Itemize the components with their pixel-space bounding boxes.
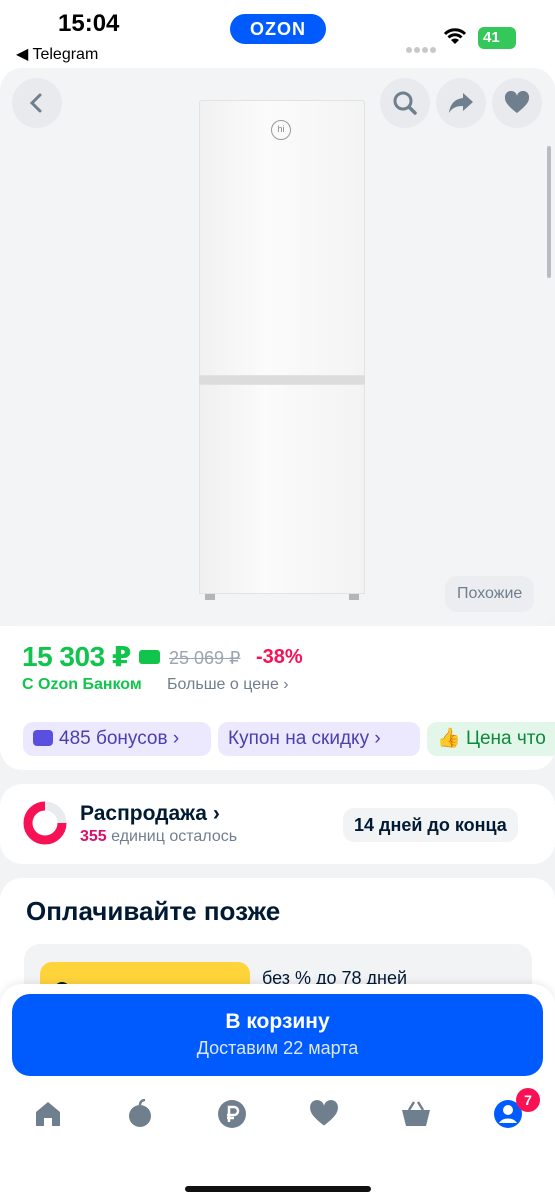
more-about-price-link[interactable]: Больше о цене › bbox=[167, 676, 289, 694]
days-left-badge: 14 дней до конца bbox=[343, 808, 518, 842]
bonus-chip[interactable]: 485 бонусов › bbox=[23, 722, 211, 756]
battery-icon: 41 bbox=[478, 27, 516, 49]
share-button[interactable] bbox=[436, 78, 486, 128]
tab-cart[interactable] bbox=[396, 1094, 436, 1134]
tab-favorites[interactable] bbox=[304, 1094, 344, 1134]
search-button[interactable] bbox=[380, 78, 430, 128]
product-photo-fridge: hi bbox=[199, 100, 365, 600]
sale-title[interactable]: Распродажа › bbox=[80, 802, 220, 826]
tab-fresh[interactable] bbox=[120, 1094, 160, 1134]
scrollbar[interactable] bbox=[547, 146, 551, 278]
fridge-foot bbox=[349, 594, 359, 600]
card-icon bbox=[139, 650, 160, 664]
remaining-text: единиц осталось bbox=[106, 828, 238, 845]
search-icon bbox=[393, 91, 417, 115]
delivery-date: Доставим 22 марта bbox=[196, 1038, 359, 1058]
home-icon bbox=[36, 1102, 60, 1126]
price-section: 15 303 ₽ 25 069 ₽ -38% С Ozon Банком Бол… bbox=[0, 626, 555, 710]
ozon-logo: OZON bbox=[230, 14, 326, 44]
good-price-chip[interactable]: 👍 Цена что bbox=[427, 722, 555, 756]
wifi-icon bbox=[442, 26, 468, 51]
discount-badge: -38% bbox=[256, 646, 303, 668]
bonus-chip-label: 485 бонусов › bbox=[59, 728, 180, 749]
tab-finance[interactable] bbox=[212, 1094, 252, 1134]
heart-icon bbox=[310, 1100, 338, 1126]
similar-button[interactable]: Похожие bbox=[445, 576, 535, 612]
add-to-cart-label: В корзину bbox=[225, 1010, 330, 1033]
back-button[interactable] bbox=[12, 78, 62, 128]
favorite-button[interactable] bbox=[492, 78, 542, 128]
bottom-bar: В корзину Доставим 22 марта bbox=[0, 984, 555, 1200]
pay-later-title: Оплачивайте позже bbox=[26, 896, 281, 926]
sale-remaining: 355 единиц осталось bbox=[80, 828, 237, 846]
battery-level: 41 bbox=[483, 29, 500, 46]
back-to-app-link[interactable]: ◀ Telegram bbox=[16, 44, 98, 64]
heart-icon bbox=[504, 91, 530, 113]
sale-progress-ring-icon bbox=[23, 801, 67, 845]
remaining-count: 355 bbox=[80, 828, 107, 845]
old-price: 25 069 ₽ bbox=[169, 648, 241, 668]
sale-card[interactable]: Распродажа › 355 единиц осталось 14 дней… bbox=[0, 784, 555, 864]
home-indicator[interactable] bbox=[185, 1186, 371, 1192]
share-icon bbox=[449, 93, 473, 113]
bonus-icon bbox=[33, 730, 53, 746]
coupon-chip[interactable]: Купон на скидку › bbox=[218, 722, 420, 756]
fridge-foot bbox=[205, 594, 215, 600]
product-image-area[interactable]: hi Похожие bbox=[0, 68, 555, 626]
chevron-left-icon bbox=[29, 93, 42, 113]
add-to-cart-button[interactable]: В корзину Доставим 22 марта bbox=[12, 994, 543, 1076]
basket-icon bbox=[402, 1101, 430, 1126]
ruble-icon bbox=[218, 1100, 246, 1128]
profile-notification-badge: 7 bbox=[516, 1088, 540, 1112]
fridge-top-door bbox=[199, 100, 365, 376]
tab-home[interactable] bbox=[28, 1094, 68, 1134]
tab-bar bbox=[0, 1094, 555, 1154]
fresh-icon bbox=[129, 1099, 151, 1127]
fridge-bottom-door bbox=[199, 384, 365, 594]
status-bar: 15:04 ◀ Telegram OZON 41 bbox=[0, 0, 555, 68]
good-price-label: Цена что bbox=[465, 728, 546, 749]
clock: 15:04 bbox=[58, 10, 120, 37]
brand-mark-icon: hi bbox=[271, 120, 291, 140]
signal-icon bbox=[406, 40, 438, 58]
thumbs-up-icon: 👍 bbox=[437, 728, 466, 749]
current-price: 15 303 ₽ bbox=[22, 641, 131, 672]
offer-chips-row[interactable]: 485 бонусов › Купон на скидку › 👍 Цена ч… bbox=[0, 710, 555, 770]
ozon-bank-label[interactable]: С Ozon Банком bbox=[22, 676, 142, 694]
product-gallery[interactable]: hi Похожие bbox=[0, 68, 555, 626]
fridge-divider bbox=[199, 376, 365, 384]
